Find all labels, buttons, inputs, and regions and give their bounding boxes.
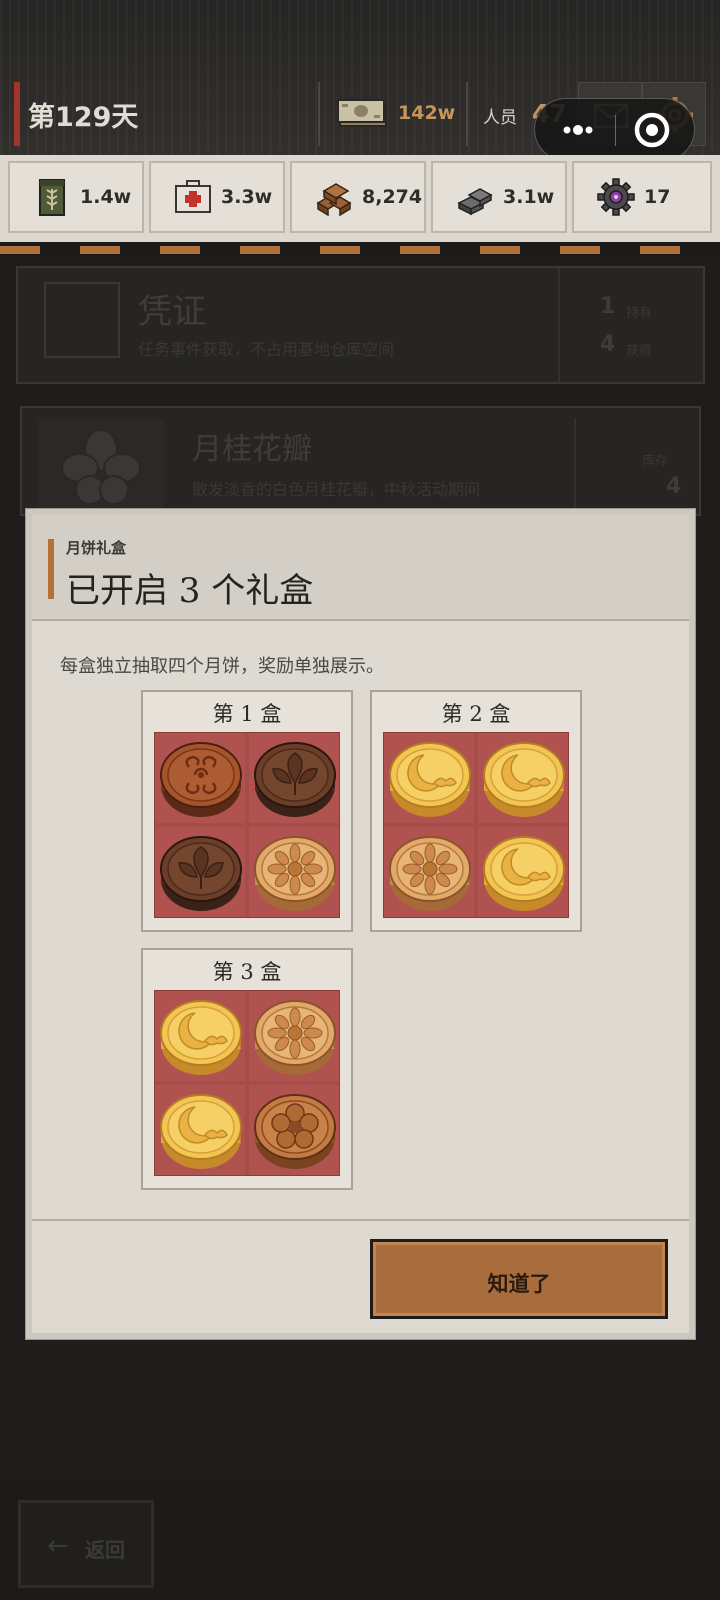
chrysanthemum-mooncake-icon (386, 831, 474, 915)
item-count: 1 (600, 294, 616, 319)
day-counter: 第129天 (28, 102, 139, 133)
golden-moon-mooncake-icon (480, 831, 568, 915)
item-description: 任务事件获取，不占用基地仓库空间 (138, 340, 395, 359)
banknote-icon (337, 99, 387, 127)
back-arrow-icon: ← (47, 1531, 69, 1561)
medkit-icon (175, 180, 211, 213)
mooncake-reward-dialog: 月饼礼盒 已开启 3 个礼盒 每盒独立抽取四个月饼，奖励单独展示。 第 1 盒 … (26, 509, 695, 1339)
hazard-stripe-divider (0, 242, 720, 256)
resource-parts[interactable]: 17 (572, 161, 712, 233)
gift-box-3: 第 3 盒 (141, 948, 353, 1190)
item-thumbnail (44, 282, 120, 358)
header-accent-stripe (48, 539, 54, 599)
gift-box-label: 第 3 盒 (212, 960, 282, 984)
mooncake-slot (384, 827, 474, 917)
chrysanthemum-mooncake-icon (251, 831, 339, 915)
resource-value: 8,274 (362, 186, 423, 208)
osmanthus-petal-icon (38, 420, 164, 510)
chocolate-leaf-mooncake-icon (251, 737, 339, 821)
resource-medicine[interactable]: 3.3w (149, 161, 285, 233)
inventory-item-osmanthus[interactable]: 月桂花瓣 散发淡香的白色月桂花瓣，中秋活动期间 库存 4 (20, 406, 701, 516)
mooncake-slot (155, 827, 245, 917)
golden-moon-mooncake-icon (480, 737, 568, 821)
resource-value: 3.3w (221, 186, 273, 208)
miniprogram-capsule (534, 98, 695, 161)
back-button-label: 返回 (85, 1538, 125, 1562)
dialog-description: 每盒独立抽取四个月饼，奖励单独展示。 (60, 656, 384, 677)
gift-box-label: 第 1 盒 (212, 702, 282, 726)
gear-component-icon (597, 178, 635, 216)
mooncake-slot (155, 1085, 245, 1175)
mooncake-slot (384, 733, 474, 823)
mooncake-grid (154, 990, 340, 1176)
item-count-label: 库存 (642, 454, 669, 469)
inventory-item-voucher[interactable]: 凭证 任务事件获取，不占用基地仓库空间 1 持有 4 获得 (16, 266, 705, 384)
close-miniprogram-icon[interactable] (620, 107, 690, 153)
item-count-label: 持有 (626, 306, 653, 321)
more-options-icon[interactable] (547, 107, 611, 153)
resource-wood[interactable]: 8,274 (290, 161, 426, 233)
resource-food[interactable]: 1.4w (8, 161, 144, 233)
grain-sack-icon (39, 179, 65, 216)
mooncake-slot (249, 1085, 339, 1175)
item-divider (574, 418, 576, 508)
mooncake-slot (478, 733, 568, 823)
item-description: 散发淡香的白色月桂花瓣，中秋活动期间 (192, 480, 481, 499)
mooncake-grid (383, 732, 569, 918)
wood-planks-icon (316, 183, 352, 217)
mooncake-slot (155, 733, 245, 823)
chocolate-leaf-mooncake-icon (157, 831, 245, 915)
resource-metal[interactable]: 3.1w (431, 161, 567, 233)
dialog-kicker: 月饼礼盒 (66, 539, 127, 557)
mooncake-slot (249, 733, 339, 823)
plum-blossom-mooncake-icon (251, 1089, 339, 1173)
capsule-divider (615, 115, 616, 146)
confirm-button[interactable]: 知道了 (370, 1239, 668, 1319)
mooncake-slot (478, 827, 568, 917)
resource-value: 3.1w (503, 186, 555, 208)
item-title: 凭证 (138, 292, 206, 332)
population-label: 人员 (483, 108, 517, 128)
resource-value: 1.4w (80, 186, 132, 208)
golden-moon-mooncake-icon (157, 1089, 245, 1173)
golden-moon-mooncake-icon (386, 737, 474, 821)
bottom-nav: ← 返回 (0, 1480, 720, 1600)
item-title: 月桂花瓣 (192, 432, 312, 467)
header-divider (318, 82, 320, 146)
mooncake-slot (249, 991, 339, 1081)
gift-box-1: 第 1 盒 (141, 690, 353, 932)
gift-box-label: 第 2 盒 (441, 702, 511, 726)
metal-ingot-icon (457, 188, 493, 216)
confirm-button-label: 知道了 (487, 1272, 551, 1296)
red-swirl-mooncake-icon (157, 737, 245, 821)
item-count-label: 获得 (626, 344, 653, 359)
item-count: 4 (600, 332, 616, 357)
mooncake-slot (249, 827, 339, 917)
mooncake-slot (155, 991, 245, 1081)
item-divider (558, 268, 560, 382)
golden-moon-mooncake-icon (157, 995, 245, 1079)
dialog-header: 月饼礼盒 已开启 3 个礼盒 (32, 515, 689, 621)
top-status-bar: 第129天 142w 人员 47 (0, 0, 720, 161)
gift-box-2: 第 2 盒 (370, 690, 582, 932)
mooncake-grid (154, 732, 340, 918)
chrysanthemum-mooncake-icon (251, 995, 339, 1079)
day-accent-stripe (14, 82, 20, 146)
resource-value: 17 (644, 186, 671, 208)
dialog-footer-divider (32, 1219, 689, 1221)
resource-bar: 1.4w 3.3w 8,274 3.1w 17 (0, 155, 720, 242)
dialog-title: 已开启 3 个礼盒 (66, 571, 314, 611)
item-count: 4 (666, 474, 682, 499)
header-divider (466, 82, 468, 146)
money-value: 142w (398, 102, 456, 124)
back-button[interactable]: ← 返回 (18, 1500, 154, 1588)
